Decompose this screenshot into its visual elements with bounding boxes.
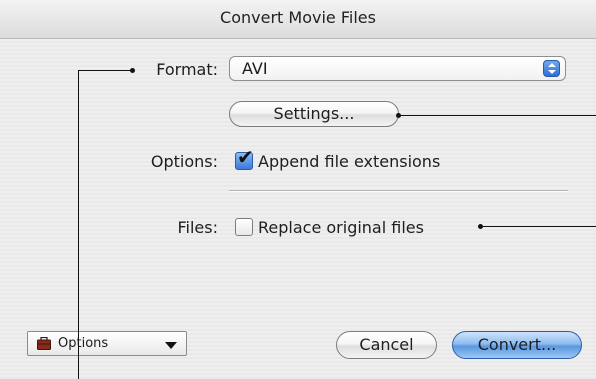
convert-button[interactable]: Convert... [452, 331, 582, 359]
callout-line-settings [398, 115, 596, 116]
callout-line-format [78, 70, 132, 71]
checkmark-icon: ✔ [237, 145, 254, 169]
format-value: AVI [242, 59, 268, 78]
convert-movie-files-dialog: Convert Movie Files Format: AVI Settings… [0, 0, 596, 379]
briefcase-icon [37, 337, 51, 350]
separator [229, 190, 568, 192]
window-title: Convert Movie Files [0, 0, 596, 39]
popup-arrows-icon [543, 60, 560, 77]
replace-original-checkbox[interactable] [235, 218, 253, 236]
callout-dot-files [478, 224, 483, 229]
options-label: Options: [150, 152, 218, 171]
callout-line-vertical [78, 70, 79, 379]
format-popup[interactable]: AVI [229, 56, 566, 81]
callout-line-files [481, 226, 596, 227]
callout-dot-format [130, 68, 135, 73]
chevron-down-icon [165, 342, 177, 349]
append-extensions-checkbox[interactable]: ✔ [235, 147, 254, 170]
append-extensions-label: Append file extensions [258, 152, 441, 171]
replace-original-label: Replace original files [258, 218, 424, 237]
dialog-body [0, 39, 596, 379]
cancel-button[interactable]: Cancel [336, 331, 437, 359]
options-menu-button[interactable]: Options [27, 331, 187, 356]
callout-dot-settings [396, 113, 401, 118]
settings-button[interactable]: Settings... [229, 101, 399, 127]
files-label: Files: [177, 218, 219, 237]
options-menu-label: Options [58, 336, 109, 351]
format-label: Format: [156, 60, 218, 79]
